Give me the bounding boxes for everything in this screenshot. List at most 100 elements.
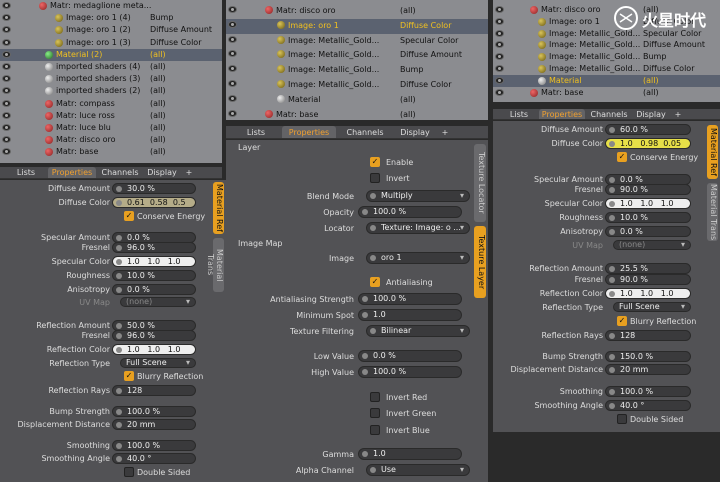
fresnel-field[interactable]: 96.0 %: [112, 242, 196, 253]
tree-row[interactable]: Image: Metallic_Gold... Diffuse Color: [493, 63, 720, 75]
visibility-eye-icon[interactable]: [228, 50, 237, 58]
tree-row[interactable]: Image: oro 1 (2) Diffuse Amount: [0, 24, 222, 36]
tab-lists[interactable]: Lists: [234, 126, 278, 138]
diffuse-color-field[interactable]: 0.61 0.58 0.5: [112, 197, 196, 208]
tree-row[interactable]: imported shaders (4) (all): [0, 61, 222, 73]
tab-lists[interactable]: Lists: [6, 167, 46, 178]
tree-row[interactable]: Image: oro 1 Diffuse Color: [226, 18, 488, 34]
visibility-eye-icon[interactable]: [228, 6, 237, 13]
tab-properties[interactable]: Properties: [539, 109, 585, 119]
visibility-eye-icon[interactable]: [2, 2, 11, 9]
diffuse-amount-field[interactable]: 60.0 %: [605, 124, 691, 135]
tab-add[interactable]: +: [671, 109, 685, 119]
visibility-eye-icon[interactable]: [2, 99, 11, 107]
visibility-eye-icon[interactable]: [2, 63, 11, 70]
visibility-eye-icon[interactable]: [495, 29, 504, 37]
visibility-eye-icon[interactable]: [495, 17, 504, 25]
low-value-field[interactable]: 0.0 %: [358, 350, 462, 362]
roughness-field[interactable]: 10.0 %: [112, 270, 196, 281]
blurry-reflection-checkbox[interactable]: ✓: [124, 371, 134, 381]
visibility-eye-icon[interactable]: [2, 38, 11, 46]
visibility-eye-icon[interactable]: [2, 26, 11, 34]
vtab-texture-locator[interactable]: Texture Locator: [474, 144, 486, 222]
visibility-eye-icon[interactable]: [495, 53, 504, 61]
bump-strength-field[interactable]: 150.0 %: [605, 351, 691, 362]
tree-row[interactable]: Material (all): [493, 74, 720, 87]
displacement-distance-field[interactable]: 20 mm: [112, 419, 196, 430]
smoothing-field[interactable]: 100.0 %: [605, 386, 691, 397]
tab-lists[interactable]: Lists: [501, 109, 537, 119]
tree-row[interactable]: Image: Metallic_Gold... Diffuse Color: [226, 78, 488, 93]
smoothing-angle-field[interactable]: 40.0 °: [112, 453, 196, 464]
specular-color-field[interactable]: 1.0 1.0 1.0: [605, 198, 691, 209]
fresnel-2-field[interactable]: 96.0 %: [112, 330, 196, 341]
vtab-material-ref[interactable]: Material Ref: [213, 182, 224, 234]
diffuse-color-field[interactable]: 1.0 0.98 0.05: [605, 138, 691, 149]
visibility-eye-icon[interactable]: [2, 50, 11, 58]
tab-channels[interactable]: Channels: [340, 126, 390, 138]
gamma-field[interactable]: 1.0: [358, 448, 462, 460]
texture-filtering-select[interactable]: Bilinear: [366, 325, 470, 337]
antialiasing-strength-field[interactable]: 100.0 %: [358, 293, 462, 305]
visibility-eye-icon[interactable]: [228, 20, 237, 28]
tree-row[interactable]: Image: oro 1 (4) Bump: [0, 12, 222, 24]
antialiasing-checkbox[interactable]: ✓: [370, 277, 380, 287]
diffuse-amount-field[interactable]: 30.0 %: [112, 183, 196, 194]
middle-shader-tree[interactable]: Matr: disco oro (all) Image: oro 1 Diffuse …: [226, 0, 488, 120]
locator-select[interactable]: Texture: Image: o ...: [366, 222, 470, 234]
blend-mode-select[interactable]: Multiply: [366, 190, 470, 202]
visibility-eye-icon[interactable]: [228, 94, 237, 102]
tree-row[interactable]: Matr: compass (all): [0, 98, 222, 110]
specular-color-field[interactable]: 1.0 1.0 1.0: [112, 256, 196, 267]
visibility-eye-icon[interactable]: [228, 80, 237, 87]
fresnel-field[interactable]: 90.0 %: [605, 184, 691, 195]
visibility-eye-icon[interactable]: [495, 6, 504, 13]
vtab-material-ref[interactable]: Material Ref: [707, 125, 718, 179]
tree-row[interactable]: Image: Metallic_Gold... Diffuse Amount: [493, 39, 720, 51]
displacement-distance-field[interactable]: 20 mm: [605, 364, 691, 375]
tree-row[interactable]: Matr: luce blu (all): [0, 122, 222, 134]
tab-channels[interactable]: Channels: [587, 109, 631, 119]
tab-add[interactable]: +: [182, 167, 196, 178]
visibility-eye-icon[interactable]: [228, 109, 237, 117]
tab-display[interactable]: Display: [633, 109, 669, 119]
roughness-field[interactable]: 10.0 %: [605, 212, 691, 223]
smoothing-field[interactable]: 100.0 %: [112, 440, 196, 451]
tree-row[interactable]: Material (2) (all): [0, 48, 222, 61]
visibility-eye-icon[interactable]: [2, 124, 11, 131]
visibility-eye-icon[interactable]: [495, 41, 504, 49]
tree-row[interactable]: Image: Metallic_Gold... Specular Color: [226, 34, 488, 49]
visibility-eye-icon[interactable]: [2, 75, 11, 83]
reflection-color-field[interactable]: 1.0 1.0 1.0: [605, 288, 691, 299]
visibility-eye-icon[interactable]: [2, 87, 11, 95]
visibility-eye-icon[interactable]: [228, 65, 237, 73]
tree-row[interactable]: Matr: disco oro (all): [226, 4, 488, 19]
tab-add[interactable]: +: [438, 126, 452, 138]
vtab-material-trans[interactable]: Material Trans: [707, 183, 718, 241]
tab-display[interactable]: Display: [144, 167, 180, 178]
reflection-color-field[interactable]: 1.0 1.0 1.0: [112, 344, 196, 355]
reflection-amount-field[interactable]: 25.5 %: [605, 263, 691, 274]
visibility-eye-icon[interactable]: [228, 35, 237, 43]
high-value-field[interactable]: 100.0 %: [358, 366, 462, 378]
bump-strength-field[interactable]: 100.0 %: [112, 406, 196, 417]
double-sided-checkbox[interactable]: [124, 467, 134, 477]
visibility-eye-icon[interactable]: [2, 14, 11, 22]
fresnel-2-field[interactable]: 90.0 %: [605, 274, 691, 285]
reflection-type-select[interactable]: Full Scene: [613, 302, 691, 312]
tree-row[interactable]: Matr: base (all): [493, 87, 720, 99]
left-shader-tree[interactable]: Matr: medaglione meta... Image: oro 1 (4)…: [0, 0, 222, 163]
tree-row[interactable]: Image: Metallic_Gold... Bump: [226, 63, 488, 78]
alpha-channel-select[interactable]: Use: [366, 464, 470, 476]
visibility-eye-icon[interactable]: [495, 65, 504, 72]
vtab-texture-layer[interactable]: Texture Layer: [474, 226, 486, 298]
tree-row[interactable]: Matr: base (all): [226, 108, 488, 120]
visibility-eye-icon[interactable]: [2, 136, 11, 144]
visibility-eye-icon[interactable]: [495, 76, 504, 84]
tab-properties[interactable]: Properties: [282, 126, 336, 138]
minimum-spot-field[interactable]: 1.0: [358, 309, 462, 321]
reflection-rays-field[interactable]: 128: [112, 385, 196, 396]
tree-row[interactable]: imported shaders (2) (all): [0, 85, 222, 97]
invert-checkbox[interactable]: [370, 173, 380, 183]
reflection-rays-field[interactable]: 128: [605, 330, 691, 341]
